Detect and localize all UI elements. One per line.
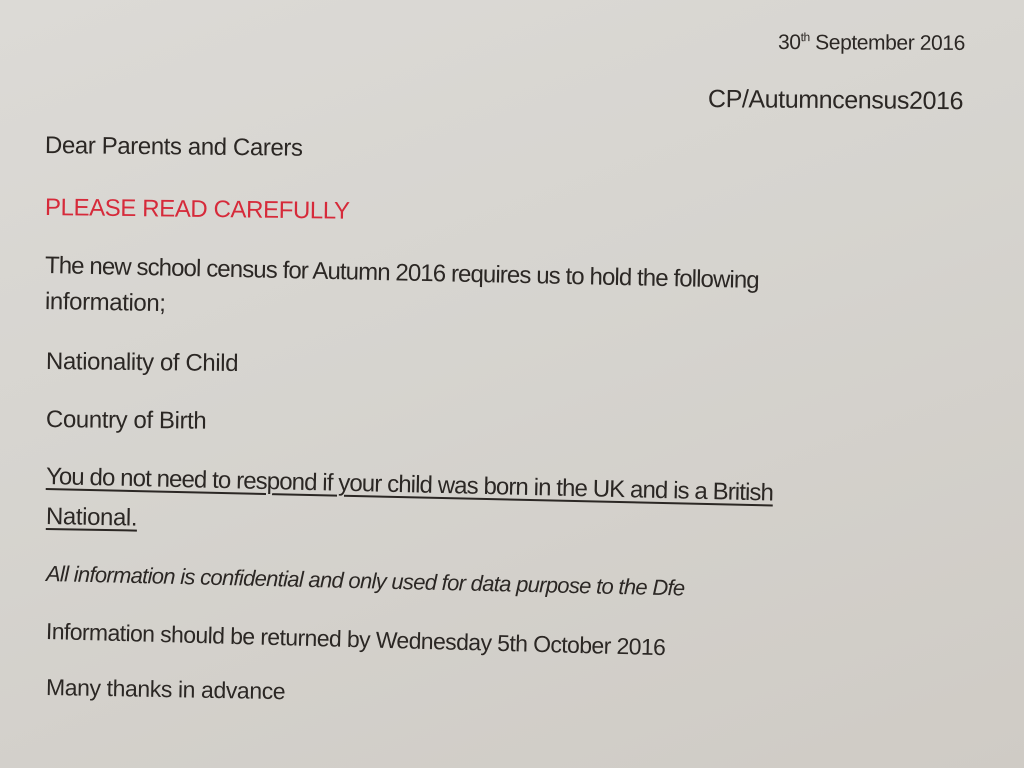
date-suffix: th	[800, 30, 810, 45]
letter-reference: CP/Autumncensus2016	[707, 85, 964, 116]
list-item-nationality: Nationality of Child	[45, 348, 239, 378]
list-item-country: Country of Birth	[45, 406, 207, 435]
salutation: Dear Parents and Carers	[44, 132, 303, 162]
intro-line-1: The new school census for Autumn 2016 re…	[44, 252, 760, 294]
letter-date: 30th September 2016	[778, 30, 965, 56]
warning-heading: PLEASE READ CAREFULLY	[44, 194, 350, 225]
date-day: 30	[777, 31, 801, 55]
deadline-note: Information should be returned by Wednes…	[45, 618, 666, 661]
closing: Many thanks in advance	[45, 674, 286, 705]
notice-line-2: National.	[45, 503, 138, 532]
intro-line-2: information;	[44, 288, 166, 318]
date-rest: September 2016	[809, 31, 965, 55]
notice-line-1: You do not need to respond if your child…	[45, 463, 774, 507]
confidential-note: All information is confidential and only…	[45, 561, 685, 601]
